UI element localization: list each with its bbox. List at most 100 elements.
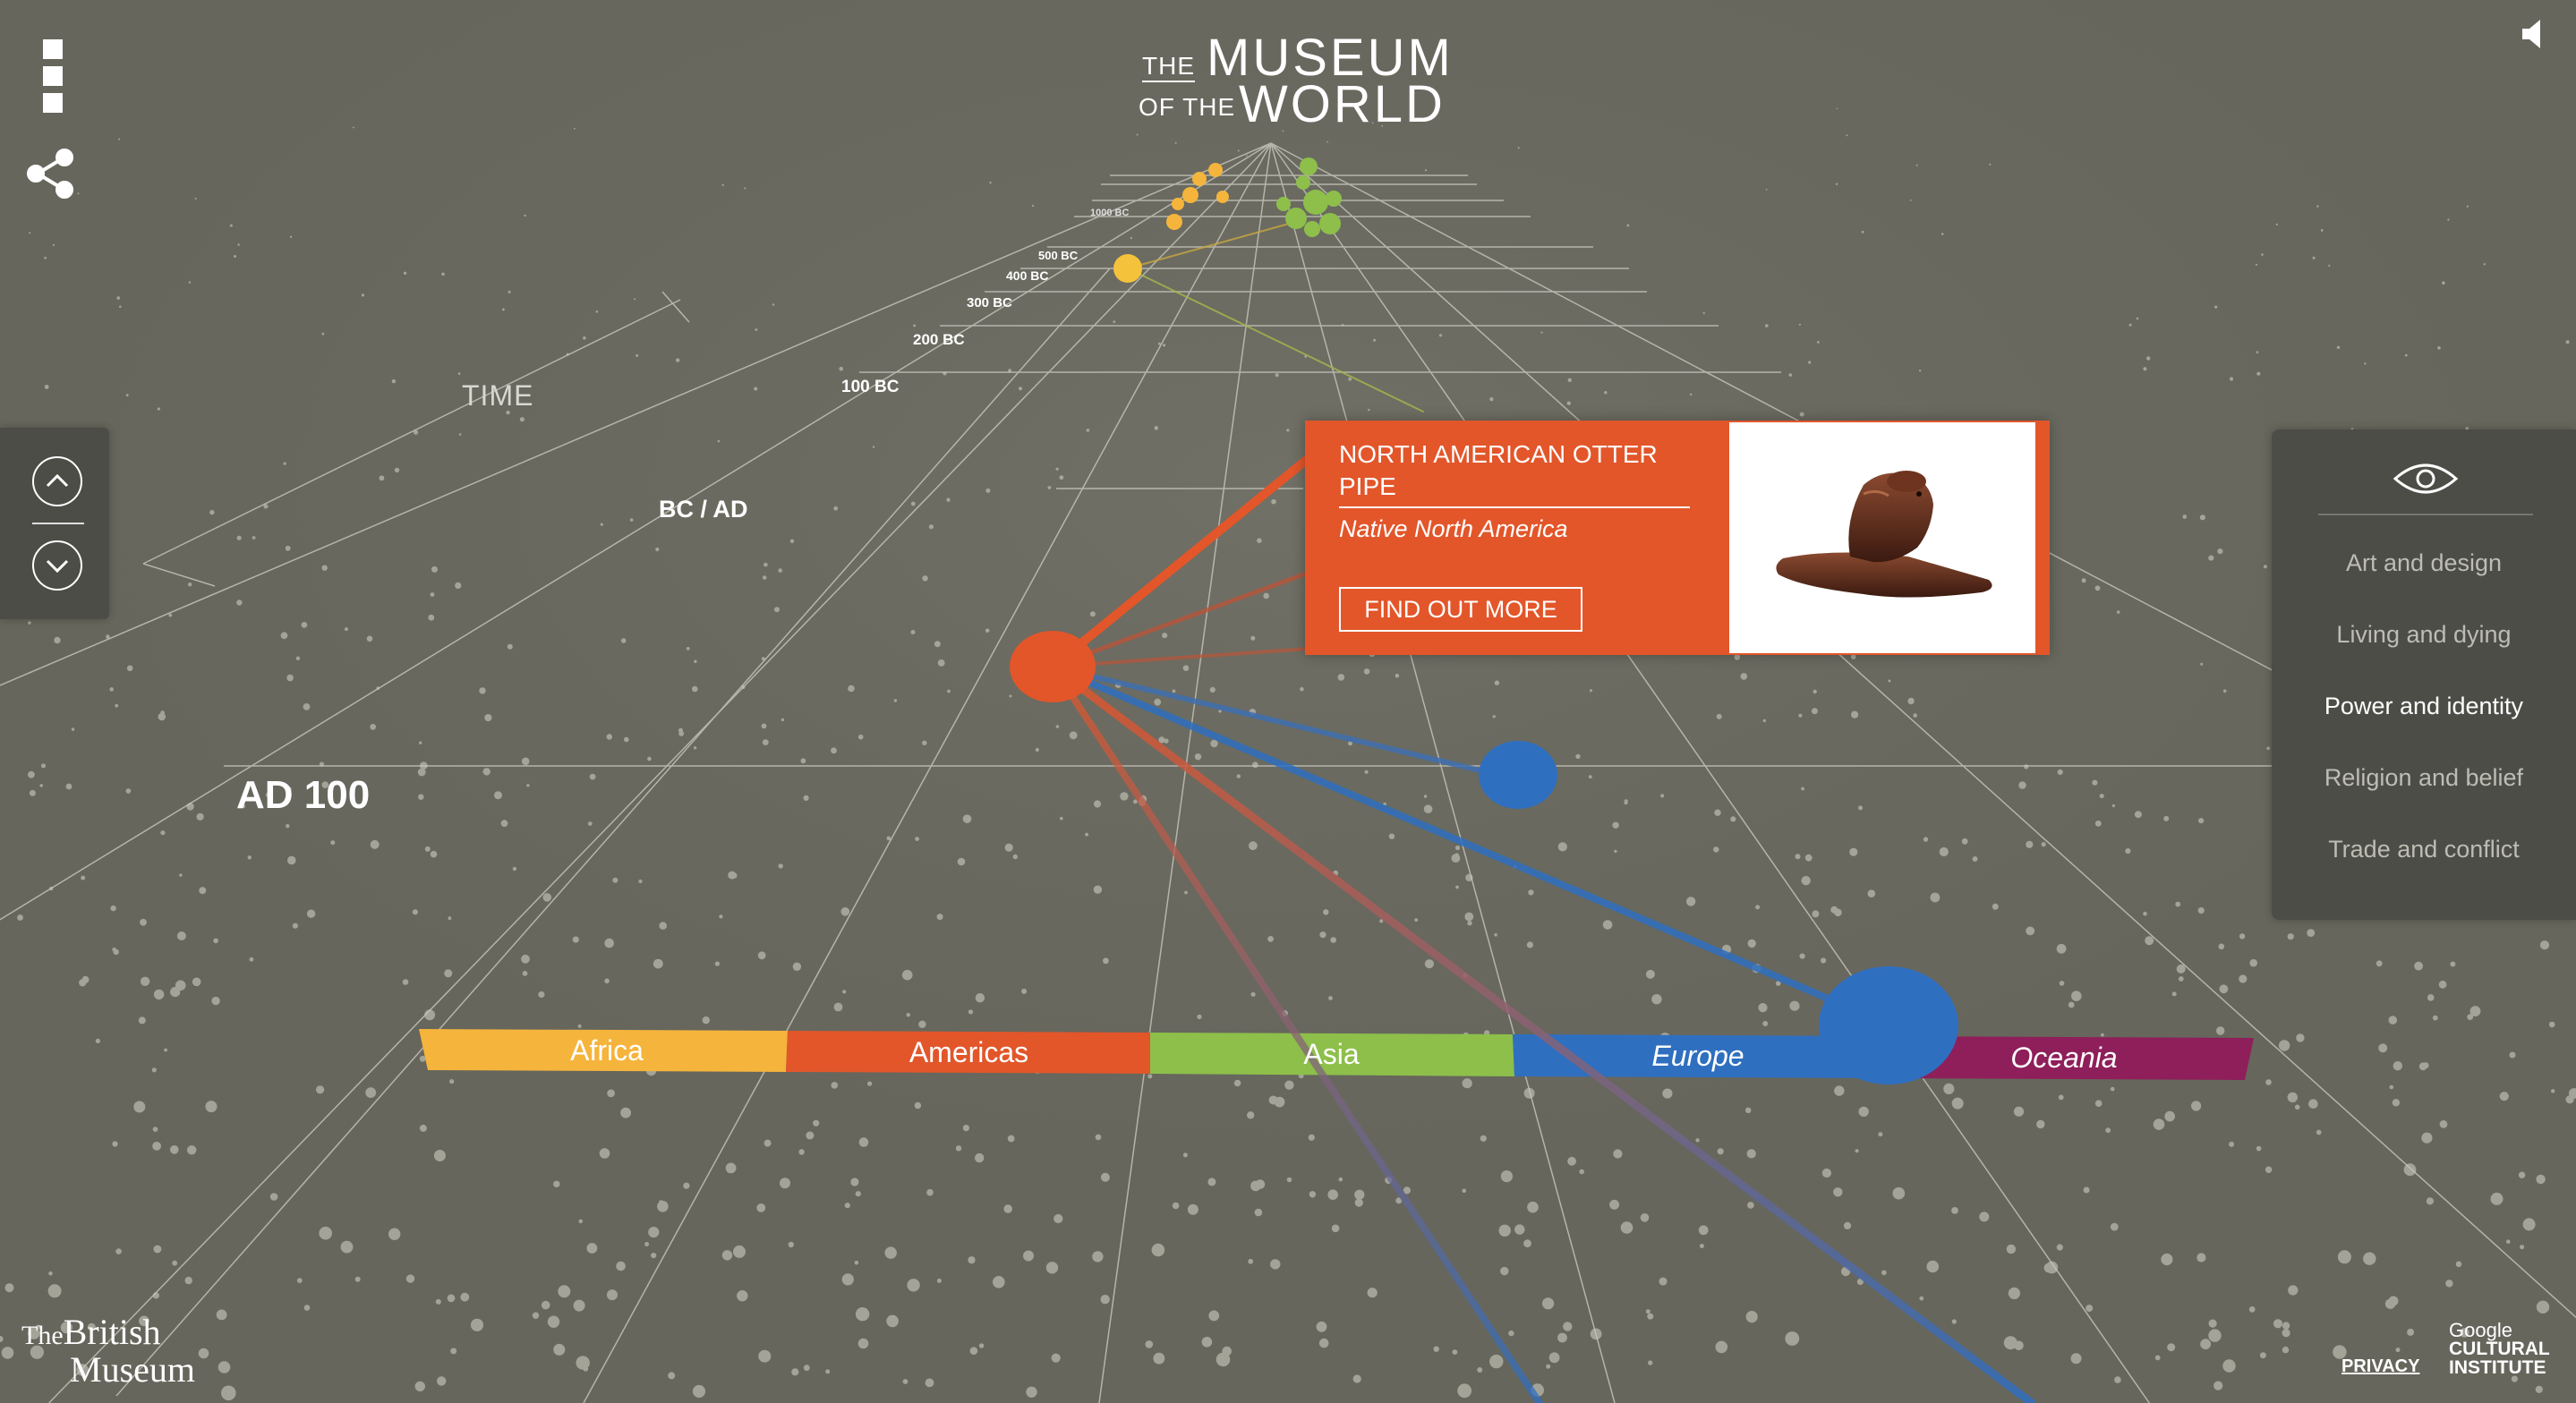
filter-living-and-dying[interactable]: Living and dying <box>2272 621 2576 649</box>
scene-dot <box>780 1178 790 1189</box>
scene-dot <box>81 875 86 880</box>
scene-dot <box>2219 984 2229 994</box>
scene-dot <box>2229 377 2234 381</box>
scene-dot <box>762 575 767 580</box>
region-americas[interactable]: Americas <box>788 1036 1150 1069</box>
privacy-link[interactable]: PRIVACY <box>2341 1356 2419 1377</box>
time-down-button[interactable] <box>32 540 82 591</box>
sound-toggle[interactable] <box>2517 16 2553 52</box>
scene-dot <box>2336 345 2341 349</box>
scene-dot <box>1023 1250 1034 1262</box>
scene-dot <box>2094 1100 2103 1107</box>
scene-dot <box>2422 1062 2429 1069</box>
find-out-more-button[interactable]: FIND OUT MORE <box>1339 587 1582 632</box>
scene-dot <box>1330 937 1336 943</box>
menu-button[interactable] <box>36 36 72 116</box>
scene-dot <box>1640 1213 1650 1222</box>
scene-dot <box>1951 1207 1958 1214</box>
scene-dot <box>576 1356 590 1370</box>
scene-dot <box>1467 921 1472 926</box>
scene-dot <box>1151 1243 1165 1257</box>
scene-dot <box>1734 654 1741 660</box>
scene-dot <box>1423 795 1428 798</box>
scene-dot <box>1979 1212 1990 1222</box>
filter-trade-and-conflict[interactable]: Trade and conflict <box>2272 836 2576 863</box>
scene-dot <box>152 1142 162 1151</box>
scene-dot <box>1348 377 1352 381</box>
scene-dot <box>2116 610 2120 614</box>
scene-dot <box>1031 204 1034 208</box>
scene-dot <box>2128 323 2132 327</box>
scene-dot <box>1745 1311 1758 1323</box>
scene-dot <box>532 1312 540 1319</box>
region-europe[interactable]: Europe <box>1514 1040 1881 1073</box>
object-info-card[interactable]: NORTH AMERICAN OTTER PIPE Native North A… <box>1305 421 2050 655</box>
scene-dot <box>733 1245 746 1258</box>
scene-dot <box>2178 976 2184 982</box>
scene-dot <box>855 1191 861 1197</box>
scene-dot <box>985 628 990 633</box>
museum-of-the-world-logo[interactable]: THE MUSEUM OF THE WORLD <box>1135 32 1451 131</box>
scene-dot <box>508 290 511 293</box>
time-nav-divider <box>32 523 84 524</box>
scene-dot <box>1892 1186 1906 1200</box>
scene-dot <box>906 1013 910 1017</box>
scene-dot <box>1284 1080 1294 1090</box>
scene-dot <box>29 232 31 234</box>
region-asia[interactable]: Asia <box>1150 1038 1513 1071</box>
scene-dot <box>196 812 204 821</box>
filter-power-and-identity[interactable]: Power and identity <box>2272 693 2576 720</box>
scene-dot <box>803 795 809 802</box>
share-button[interactable] <box>25 148 77 200</box>
scene-dot <box>1858 1106 1869 1118</box>
scene-dot <box>431 565 438 573</box>
scene-dot <box>1480 1135 1487 1142</box>
scene-dot <box>1500 1170 1513 1183</box>
scene-dot <box>2057 769 2063 776</box>
scene-dot <box>638 879 643 884</box>
scene-dot <box>218 1361 231 1373</box>
scene-dot <box>2389 1084 2394 1090</box>
time-navigation <box>0 428 109 619</box>
timeline-scene[interactable] <box>0 0 2576 1403</box>
scene-dot <box>1308 1134 1315 1141</box>
scene-dot <box>841 1273 854 1286</box>
scene-dot <box>1012 854 1019 860</box>
filter-religion-and-belief[interactable]: Religion and belief <box>2272 764 2576 792</box>
scene-dot <box>1713 846 1719 853</box>
scene-dot <box>170 1145 179 1154</box>
object-image[interactable] <box>1729 422 2035 653</box>
filter-art-and-design[interactable]: Art and design <box>2272 549 2576 577</box>
scene-dot <box>2414 961 2424 971</box>
logo-the: THE <box>1142 52 1195 82</box>
google-cultural-institute-logo[interactable]: Google CULTURAL INSTITUTE <box>2449 1321 2550 1378</box>
scene-dot <box>936 1278 942 1283</box>
scene-dot <box>1498 1224 1511 1237</box>
scene-dot <box>1730 816 1736 822</box>
scene-dot <box>1888 679 1891 683</box>
scene-dot <box>586 1243 598 1254</box>
scene-dot <box>292 923 298 929</box>
region-africa[interactable]: Africa <box>428 1034 786 1067</box>
scene-dot <box>806 1131 815 1140</box>
scene-dot <box>693 746 697 750</box>
scene-dot <box>1855 1149 1859 1153</box>
scene-dot <box>286 674 294 682</box>
scene-dot <box>553 1343 566 1356</box>
scene-dot <box>29 789 36 796</box>
scene-dot <box>2320 229 2324 232</box>
region-oceania[interactable]: Oceania <box>1885 1042 2243 1075</box>
scene-dot <box>1248 1258 1254 1264</box>
scene-dot <box>1602 920 1613 930</box>
time-up-button[interactable] <box>32 456 82 506</box>
scene-dot <box>2249 958 2257 967</box>
scene-dot <box>936 914 943 921</box>
scene-dot <box>110 905 116 912</box>
visibility-toggle[interactable] <box>2388 456 2463 501</box>
scene-dot <box>112 1141 118 1147</box>
british-museum-logo[interactable]: TheBritish Museum <box>21 1314 195 1388</box>
scene-dot <box>115 1248 122 1254</box>
scene-dot <box>236 599 243 606</box>
scene-dot <box>428 614 435 621</box>
scene-dot <box>1765 189 1768 191</box>
